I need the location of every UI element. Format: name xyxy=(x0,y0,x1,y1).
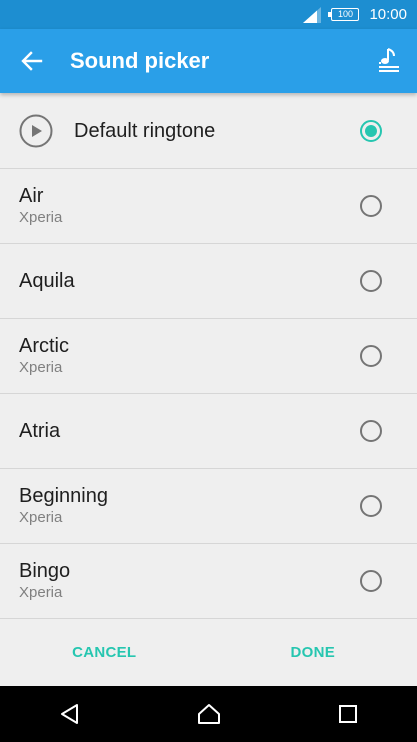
done-button[interactable]: DONE xyxy=(209,644,417,661)
music-library-button[interactable] xyxy=(361,29,417,93)
radio-button[interactable] xyxy=(360,345,382,367)
status-bar: 100 10:00 xyxy=(0,0,417,29)
list-item-subtitle: Xperia xyxy=(19,584,63,601)
recent-apps-button[interactable] xyxy=(318,686,378,742)
list-item[interactable]: Arctic Xperia xyxy=(0,319,417,394)
radio-button[interactable] xyxy=(360,270,382,292)
status-time: 10:00 xyxy=(369,6,407,23)
list-item-title: Bingo xyxy=(19,560,71,582)
list-item[interactable]: Air Xperia xyxy=(0,169,417,244)
battery-icon: 100 xyxy=(328,8,360,21)
dialog-footer: CANCEL DONE xyxy=(0,618,417,686)
home-icon xyxy=(197,704,220,724)
list-item-title: Air xyxy=(19,185,44,207)
cancel-button[interactable]: CANCEL xyxy=(0,644,209,661)
navigation-bar xyxy=(0,686,417,742)
list-item-title: Beginning xyxy=(19,485,108,507)
signal-icon xyxy=(303,6,322,23)
list-item-title: Aquila xyxy=(19,270,75,292)
list-item[interactable]: Bingo Xperia xyxy=(0,544,417,619)
radio-button[interactable] xyxy=(360,570,382,592)
radio-button-selected[interactable] xyxy=(360,119,382,142)
list-item-subtitle: Xperia xyxy=(19,509,63,526)
play-icon[interactable] xyxy=(19,114,53,148)
radio-button[interactable] xyxy=(360,195,382,217)
sound-list: Default ringtone Air Xperia Aquila Arcti… xyxy=(0,93,417,619)
back-nav-button[interactable] xyxy=(40,686,100,742)
music-library-icon xyxy=(379,48,399,72)
list-item-subtitle: Xperia xyxy=(19,359,63,376)
app-bar: Sound picker xyxy=(0,29,417,93)
list-item[interactable]: Aquila xyxy=(0,244,417,319)
radio-button[interactable] xyxy=(360,495,382,517)
page-title: Sound picker xyxy=(70,48,210,73)
triangle-back-icon xyxy=(60,704,78,724)
list-item-title: Arctic xyxy=(19,335,69,357)
list-item[interactable]: Beginning Xperia xyxy=(0,469,417,544)
back-button[interactable] xyxy=(0,29,64,93)
list-item[interactable]: Atria xyxy=(0,394,417,469)
list-item-default-ringtone[interactable]: Default ringtone xyxy=(0,93,417,169)
square-recents-icon xyxy=(338,705,357,723)
list-item-subtitle: Xperia xyxy=(19,209,63,226)
home-button[interactable] xyxy=(179,686,239,742)
radio-button[interactable] xyxy=(360,420,382,442)
list-item-title: Atria xyxy=(19,420,61,442)
arrow-back-icon xyxy=(21,51,43,71)
